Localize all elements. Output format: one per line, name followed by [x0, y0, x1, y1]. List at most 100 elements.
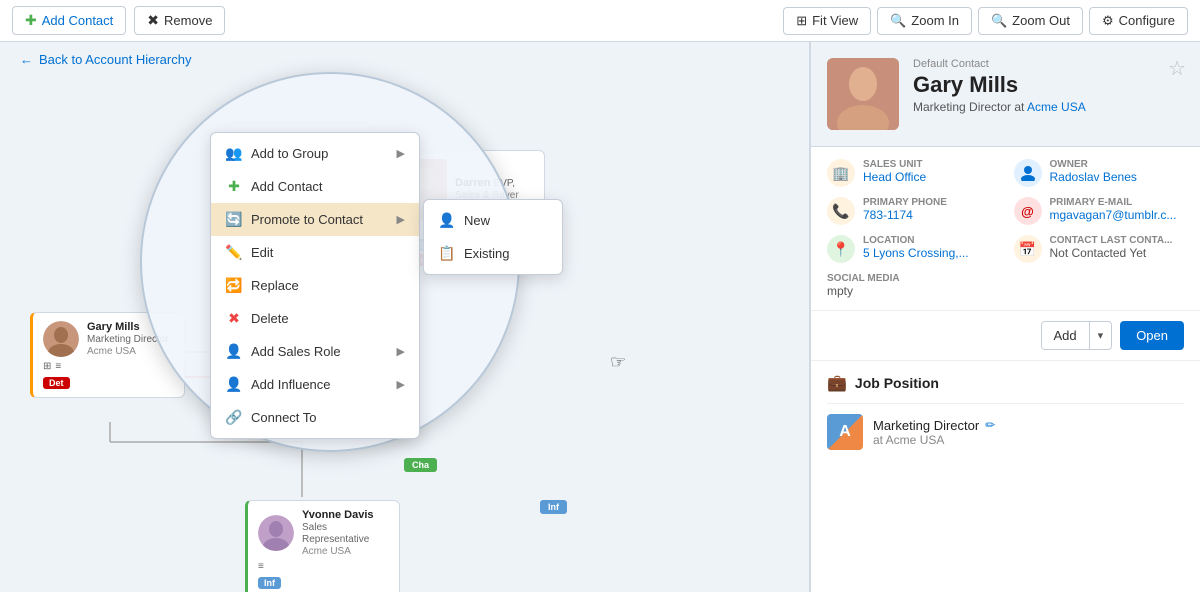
toolbar-right: ⊞ Fit View 🔍 Zoom In 🔍 Zoom Out ⚙ Config…: [783, 7, 1188, 35]
dropdown-arrow-icon[interactable]: ▾: [1090, 323, 1112, 348]
job-company: at Acme USA: [873, 433, 995, 447]
gary-icons: ⊞ ≡: [43, 361, 61, 372]
configure-button[interactable]: ⚙ Configure: [1089, 7, 1188, 35]
default-contact-label: Default Contact: [913, 58, 1184, 70]
menu-item-connect-to[interactable]: 🔗 Connect To: [211, 401, 419, 434]
social-media-content: SOCIAL MEDIA mpty: [827, 273, 900, 298]
right-panel: Default Contact Gary Mills Marketing Dir…: [810, 42, 1200, 592]
inf-badge: Inf: [258, 577, 281, 589]
menu-item-edit[interactable]: ✏️ Edit: [211, 236, 419, 269]
briefcase-icon: 💼: [827, 373, 847, 393]
yvonne-content: Yvonne Davis Sales Representative Acme U…: [258, 509, 389, 557]
zoom-in-icon: 🔍: [890, 13, 906, 29]
add-dropdown[interactable]: Add ▾: [1041, 321, 1113, 350]
promote-icon: 🔄: [225, 211, 243, 228]
contact-photo: [827, 58, 899, 130]
location-content: LOCATION 5 Lyons Crossing,...: [863, 235, 969, 260]
org-panel: ← Back to Account Hierarchy A Acme USA L…: [0, 42, 810, 592]
sales-unit-icon: 🏢: [827, 159, 855, 187]
gary-list-icon: ⊞: [43, 361, 51, 372]
owner-icon: [1014, 159, 1042, 187]
influence-icon: 👤: [225, 376, 243, 393]
sales-role-icon: 👤: [225, 343, 243, 360]
menu-item-promote[interactable]: 🔄 Promote to Contact ▶ 👤 New 📋 Existing: [211, 203, 419, 236]
detail-sales-unit: 🏢 SALES UNIT Head Office: [827, 159, 998, 187]
job-position-title: Job Position: [855, 375, 939, 391]
contact-header-info: Default Contact Gary Mills Marketing Dir…: [913, 58, 1184, 114]
add-to-group-icon: 👥: [225, 145, 243, 162]
existing-icon: 📋: [438, 245, 456, 262]
inf-badge-2: Inf: [540, 500, 567, 514]
detail-last-contact: 📅 CONTACT LAST CONTA... Not Contacted Ye…: [1014, 235, 1185, 263]
owner-content: OWNER Radoslav Benes: [1050, 159, 1137, 184]
back-link[interactable]: ← Back to Account Hierarchy: [0, 42, 809, 77]
detail-location: 📍 LOCATION 5 Lyons Crossing,...: [827, 235, 998, 263]
edit-icon: ✏️: [225, 244, 243, 261]
yvonne-badges: Inf: [258, 577, 281, 589]
last-contact-content: CONTACT LAST CONTA... Not Contacted Yet: [1050, 235, 1173, 260]
sales-unit-content: SALES UNIT Head Office: [863, 159, 926, 184]
job-position-section: 💼 Job Position A Marketing Director ✏ at…: [811, 360, 1200, 462]
submenu-existing[interactable]: 📋 Existing: [424, 237, 562, 270]
menu-item-delete[interactable]: ✖ Delete: [211, 302, 419, 335]
submenu-new[interactable]: 👤 New: [424, 204, 562, 237]
detail-phone: 📞 PRIMARY PHONE 783-1174: [827, 197, 998, 225]
job-position-body: A Marketing Director ✏ at Acme USA: [827, 403, 1184, 450]
remove-icon: ✖: [147, 12, 159, 29]
job-company-logo: A: [827, 414, 863, 450]
toolbar-left: ✚ Add Contact ✖ Remove: [12, 6, 225, 35]
remove-button[interactable]: ✖ Remove: [134, 6, 225, 35]
arrow-icon-sales: ▶: [397, 345, 405, 358]
contact-header: Default Contact Gary Mills Marketing Dir…: [811, 42, 1200, 147]
connect-icon: 🔗: [225, 409, 243, 426]
yvonne-info: Yvonne Davis Sales Representative Acme U…: [302, 509, 389, 557]
gear-icon: ⚙: [1102, 13, 1114, 29]
contact-company-link[interactable]: Acme USA: [1027, 100, 1086, 114]
menu-item-replace[interactable]: 🔁 Replace: [211, 269, 419, 302]
menu-item-add-influence[interactable]: 👤 Add Influence ▶: [211, 368, 419, 401]
zoom-out-button[interactable]: 🔍 Zoom Out: [978, 7, 1083, 35]
menu-item-add-contact[interactable]: ✚ Add Contact: [211, 170, 419, 203]
cursor: ☞: [610, 352, 626, 373]
menu-item-add-to-group[interactable]: 👥 Add to Group ▶: [211, 137, 419, 170]
fit-view-icon: ⊞: [796, 13, 807, 29]
cha-badge-node: Cha: [404, 458, 437, 472]
zoom-out-icon: 🔍: [991, 13, 1007, 29]
new-icon: 👤: [438, 212, 456, 229]
open-button[interactable]: Open: [1120, 321, 1184, 350]
yvonne-menu-icon: ≡: [258, 561, 264, 572]
context-menu: 👥 Add to Group ▶ ✚ Add Contact 🔄 Promote…: [210, 132, 420, 439]
phone-content: PRIMARY PHONE 783-1174: [863, 197, 947, 222]
contact-actions: Add ▾ Open: [811, 310, 1200, 360]
job-position-header: 💼 Job Position: [827, 373, 1184, 393]
arrow-icon-influence: ▶: [397, 378, 405, 391]
fit-view-button[interactable]: ⊞ Fit View: [783, 7, 871, 35]
add-button-label: Add: [1042, 322, 1090, 349]
job-edit-icon[interactable]: ✏: [985, 418, 995, 432]
contact-title: Marketing Director at Acme USA: [913, 100, 1184, 114]
node-yvonne[interactable]: Yvonne Davis Sales Representative Acme U…: [245, 500, 400, 592]
contact-photo-placeholder: [827, 58, 899, 130]
plus-icon: ✚: [25, 12, 37, 29]
main-area: ← Back to Account Hierarchy A Acme USA L…: [0, 42, 1200, 592]
zoom-in-button[interactable]: 🔍 Zoom In: [877, 7, 972, 35]
email-icon: @: [1014, 197, 1042, 225]
add-contact-button[interactable]: ✚ Add Contact: [12, 6, 126, 35]
location-icon: 📍: [827, 235, 855, 263]
add-contact-icon: ✚: [225, 178, 243, 195]
menu-item-add-sales-role[interactable]: 👤 Add Sales Role ▶: [211, 335, 419, 368]
back-arrow-icon: ←: [20, 52, 33, 67]
delete-icon: ✖: [225, 310, 243, 327]
detail-owner: OWNER Radoslav Benes: [1014, 159, 1185, 187]
gary-menu-icon: ≡: [55, 361, 61, 372]
email-content: PRIMARY E-MAIL mgavagan7@tumblr.c...: [1050, 197, 1177, 222]
arrow-icon-promote: ▶: [397, 213, 405, 226]
arrow-icon-group: ▶: [397, 147, 405, 160]
detail-email: @ PRIMARY E-MAIL mgavagan7@tumblr.c...: [1014, 197, 1185, 225]
gary-avatar: [43, 321, 79, 357]
toolbar: ✚ Add Contact ✖ Remove ⊞ Fit View 🔍 Zoom…: [0, 0, 1200, 42]
favorite-star-icon[interactable]: ☆: [1168, 56, 1186, 81]
contact-details: 🏢 SALES UNIT Head Office OWNER Radoslav …: [811, 147, 1200, 310]
gary-badges: Det: [43, 377, 70, 389]
yvonne-icons: ≡: [258, 561, 264, 572]
